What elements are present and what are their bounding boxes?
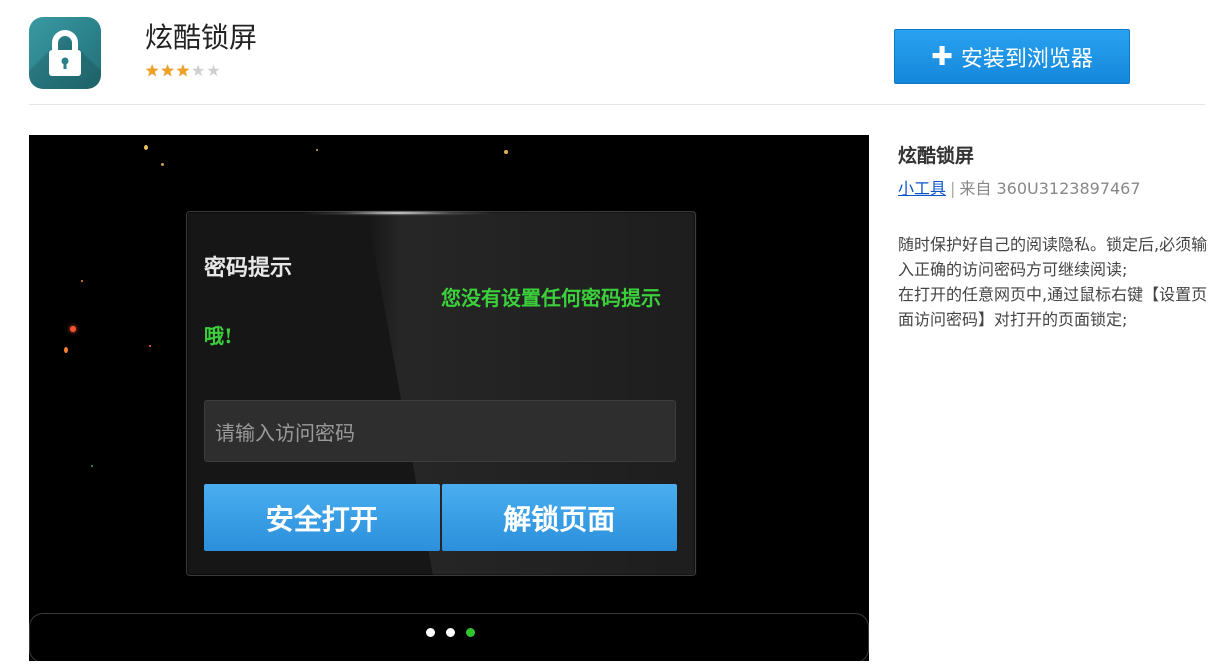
app-title: 炫酷锁屏 — [145, 21, 258, 54]
pager-dot-3[interactable] — [466, 628, 475, 637]
star-icon: ★ — [160, 61, 175, 80]
sidebar-app-title: 炫酷锁屏 — [898, 145, 975, 167]
sparkle — [144, 145, 148, 150]
install-button[interactable]: ✚ 安装到浏览器 — [894, 29, 1130, 84]
safe-open-button[interactable]: 安全打开 — [204, 484, 440, 551]
sparkle — [70, 326, 76, 332]
sparkle — [161, 163, 164, 166]
password-placeholder: 请输入访问密码 — [215, 420, 355, 445]
rating-stars: ★ ★ ★ ★ ★ — [145, 62, 221, 80]
pager-dot-2[interactable] — [446, 628, 455, 637]
category-link[interactable]: 小工具 — [898, 179, 946, 198]
pager-dot-1[interactable] — [426, 628, 435, 637]
plus-icon: ✚ — [931, 41, 953, 72]
description-paragraph: 在打开的任意网页中,通过鼠标右键【设置页面访问密码】对打开的页面锁定; — [898, 285, 1208, 329]
sparkle — [316, 149, 318, 151]
dialog-title: 密码提示 — [204, 255, 293, 281]
sparkle — [504, 150, 508, 154]
sparkle — [149, 345, 151, 347]
password-dialog: 密码提示 您没有设置任何密码提示 哦! 请输入访问密码 安全打开 解锁页面 — [186, 210, 697, 576]
star-empty-icon: ★ — [191, 61, 206, 80]
description-paragraph: 随时保护好自己的阅读隐私。锁定后,必须输入正确的访问密码方可继续阅读; — [898, 235, 1208, 279]
unlock-page-button[interactable]: 解锁页面 — [441, 484, 677, 551]
carousel-bar — [29, 613, 869, 661]
app-description: 随时保护好自己的阅读隐私。锁定后,必须输入正确的访问密码方可继续阅读; 在打开的… — [898, 232, 1210, 332]
screenshot-preview: 密码提示 您没有设置任何密码提示 哦! 请输入访问密码 安全打开 解锁页面 — [29, 135, 869, 661]
star-icon: ★ — [175, 61, 191, 80]
hint-message-end: 哦! — [204, 324, 233, 348]
source-text: 来自 360U3123897467 — [959, 179, 1141, 198]
header-divider — [29, 104, 1205, 105]
star-icon: ★ — [145, 61, 160, 80]
sparkle — [81, 280, 83, 282]
install-button-label: 安装到浏览器 — [960, 46, 1093, 72]
meta-separator: | — [950, 179, 956, 198]
sparkle — [91, 465, 93, 467]
sparkle — [64, 347, 68, 353]
password-input[interactable]: 请输入访问密码 — [204, 400, 676, 462]
app-lock-icon — [29, 17, 101, 89]
sidebar-meta: 小工具 | 来自 360U3123897467 — [898, 175, 1141, 199]
star-empty-icon: ★ — [206, 61, 221, 80]
hint-message: 您没有设置任何密码提示 — [441, 286, 661, 310]
carousel-pager — [426, 628, 475, 637]
